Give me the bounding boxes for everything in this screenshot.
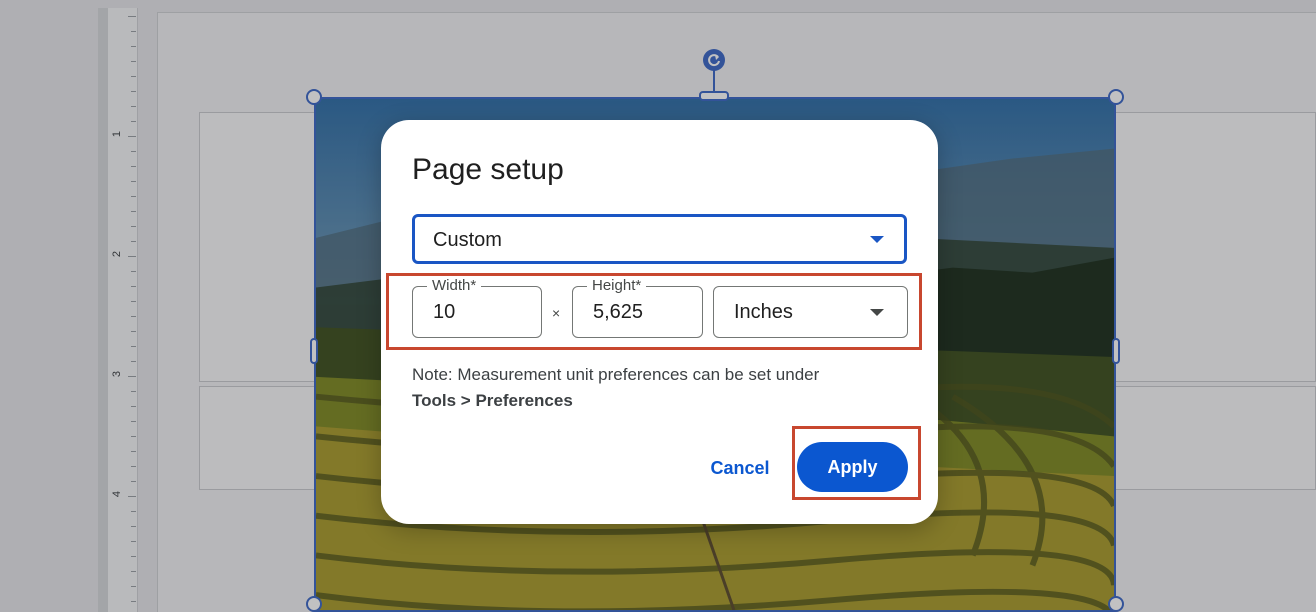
dialog-title: Page setup (412, 153, 564, 186)
chevron-down-icon (870, 236, 884, 243)
page-size-preset-select[interactable]: Custom (412, 214, 907, 264)
cancel-button[interactable]: Cancel (695, 450, 785, 486)
measurement-note: Note: Measurement unit preferences can b… (412, 362, 912, 414)
dimensions-highlight-box (386, 273, 922, 350)
apply-highlight-box (792, 426, 921, 500)
note-text: Note: Measurement unit preferences can b… (412, 365, 820, 384)
note-preferences-path: Tools > Preferences (412, 391, 573, 410)
preset-value: Custom (433, 229, 502, 251)
